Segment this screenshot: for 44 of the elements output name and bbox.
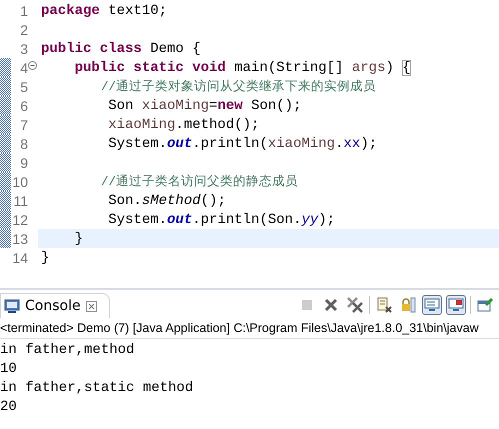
monitor-icon — [4, 298, 20, 314]
code-line: public class Demo { — [40, 40, 202, 58]
line-number: 5 — [19, 78, 28, 94]
console-output-line: in father,method — [0, 341, 136, 360]
code-line: xiaoMing.method(); — [107, 116, 260, 134]
double-cross-icon — [347, 297, 363, 313]
code-line: } — [40, 248, 50, 267]
code-line: System.out.println(Son.yy); — [107, 210, 336, 229]
line-number: 6 — [19, 98, 28, 114]
toolbar-button[interactable] — [422, 295, 442, 315]
console-output-line: 10 — [0, 360, 18, 379]
code-line: //通过子类对象访问从父类继承下来的实例成员 — [100, 78, 378, 96]
collapse-icon[interactable] — [28, 61, 37, 70]
line-number: 12 — [11, 212, 28, 228]
toolbar-button[interactable] — [446, 295, 466, 315]
code-line: Son xiaoMing=new Son(); — [107, 96, 302, 115]
line-number: 8 — [19, 136, 28, 152]
status-text: <terminated> Demo (7) [Java Application] C:\Program Files\Java\jre1.8.0_31\bin\javaw — [0, 318, 499, 339]
toolbar-button[interactable] — [345, 295, 365, 315]
document-clear-icon — [376, 297, 392, 313]
line-number: 7 — [19, 116, 28, 132]
lock-icon — [400, 297, 416, 313]
monitor-error-icon — [448, 297, 464, 313]
console-output-line: in father,static method — [0, 379, 194, 398]
code-line: System.out.println(xiaoMing.xx); — [107, 134, 378, 153]
line-number: 2 — [19, 22, 28, 38]
code-line: Son.sMethod(); — [107, 192, 227, 210]
line-number: 13 — [11, 230, 28, 246]
line-number: 9 — [19, 154, 28, 170]
code-line: public static void main(String[] args) { — [74, 58, 412, 77]
console-tab[interactable]: Console — [0, 293, 110, 318]
close-icon — [324, 298, 338, 312]
code-line: package text10; — [40, 2, 168, 20]
line-number: 14 — [11, 250, 28, 266]
line-number: 3 — [19, 40, 28, 56]
monitor-icon — [424, 297, 440, 313]
stop-icon — [301, 299, 313, 311]
line-number: 11 — [12, 192, 28, 208]
close-icon[interactable] — [86, 300, 97, 312]
code-line: //通过子类名访问父类的静态成员 — [100, 174, 300, 191]
line-number: 4 — [19, 60, 28, 76]
console-output-line: 20 — [0, 398, 18, 417]
line-number: 1 — [19, 2, 28, 18]
line-number: 10 — [11, 174, 28, 190]
